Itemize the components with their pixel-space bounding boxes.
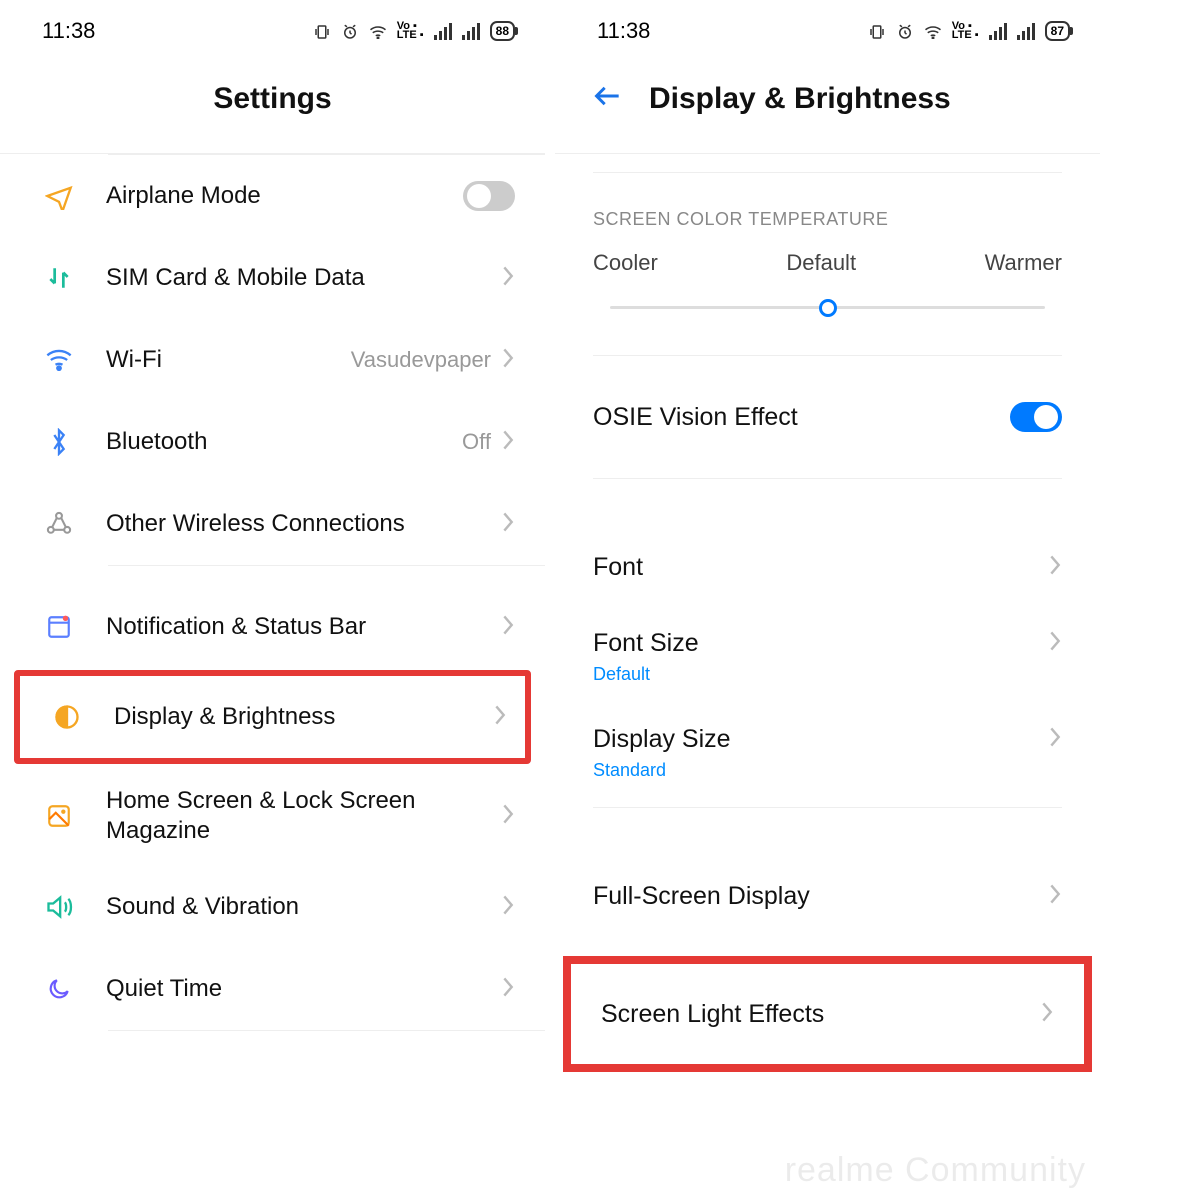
row-label: Other Wireless Connections — [76, 510, 501, 538]
chevron-right-icon — [1048, 883, 1062, 910]
row-wireless[interactable]: Other Wireless Connections — [0, 483, 545, 565]
status-time: 11:38 — [42, 18, 95, 44]
row-label: OSIE Vision Effect — [593, 403, 1010, 432]
connections-icon — [42, 510, 76, 538]
temp-warmer: Warmer — [985, 250, 1062, 276]
volte-icon: Vo ▪LTE ▪ — [397, 22, 424, 40]
row-value: Off — [462, 429, 491, 455]
chevron-right-icon — [1040, 1001, 1054, 1028]
airplane-toggle[interactable] — [463, 181, 515, 211]
chevron-right-icon — [501, 347, 515, 374]
temp-labels: Cooler Default Warmer — [555, 250, 1100, 276]
bluetooth-icon — [42, 428, 76, 456]
row-label: Display & Brightness — [84, 703, 493, 731]
signal-2-icon — [462, 23, 480, 40]
home-magazine-icon — [42, 803, 76, 829]
row-label: SIM Card & Mobile Data — [76, 264, 501, 292]
row-font-size[interactable]: Font Size Default — [555, 609, 1100, 705]
chevron-right-icon — [501, 429, 515, 456]
signal-1-icon — [434, 23, 452, 40]
row-label: Font — [593, 553, 1048, 582]
row-notification[interactable]: Notification & Status Bar — [0, 586, 545, 668]
row-sim[interactable]: SIM Card & Mobile Data — [0, 237, 545, 319]
status-bar: 11:38 Vo ▪LTE ▪ 88 — [0, 0, 545, 44]
battery-icon: 87 — [1045, 21, 1070, 41]
header: Settings — [0, 44, 545, 154]
row-display-brightness[interactable]: Display & Brightness — [20, 676, 525, 758]
chevron-right-icon — [1048, 554, 1062, 581]
row-home-lock[interactable]: Home Screen & Lock Screen Magazine — [0, 766, 545, 866]
row-label: Screen Light Effects — [601, 1000, 1040, 1029]
moon-icon — [42, 976, 76, 1002]
row-airplane-mode[interactable]: Airplane Mode — [0, 155, 545, 237]
alarm-icon — [896, 18, 914, 44]
page-title: Display & Brightness — [649, 82, 951, 116]
row-label: Home Screen & Lock Screen Magazine — [76, 786, 501, 846]
row-label: Notification & Status Bar — [76, 613, 501, 641]
signal-1-icon — [989, 23, 1007, 40]
battery-icon: 88 — [490, 21, 515, 41]
row-sub: Default — [593, 664, 650, 685]
row-value: Vasudevpaper — [351, 347, 491, 373]
highlight-display: Display & Brightness — [14, 670, 531, 764]
chevron-right-icon — [501, 511, 515, 538]
status-time: 11:38 — [597, 18, 650, 44]
highlight-light-effects: Screen Light Effects — [563, 956, 1092, 1072]
signal-2-icon — [1017, 23, 1035, 40]
vibrate-icon — [868, 18, 886, 44]
back-arrow-icon[interactable] — [593, 84, 621, 113]
row-fullscreen[interactable]: Full-Screen Display — [555, 854, 1100, 938]
chevron-right-icon — [501, 894, 515, 921]
row-label: Bluetooth — [76, 428, 462, 456]
row-quiet-time[interactable]: Quiet Time — [0, 948, 545, 1030]
row-label: Display Size — [593, 725, 1048, 754]
status-bar: 11:38 Vo ▪LTE ▪ 87 — [555, 0, 1100, 44]
chevron-right-icon — [501, 976, 515, 1003]
chevron-right-icon — [501, 265, 515, 292]
row-label: Font Size — [593, 629, 1048, 658]
page-title: Settings — [213, 82, 331, 116]
chevron-right-icon — [493, 704, 507, 731]
header: Display & Brightness — [555, 44, 1100, 154]
temp-cooler: Cooler — [593, 250, 658, 276]
sim-icon — [42, 265, 76, 291]
row-light-effects[interactable]: Screen Light Effects — [571, 964, 1084, 1064]
brightness-icon — [50, 703, 84, 731]
row-sub: Standard — [593, 760, 666, 781]
osie-toggle[interactable] — [1010, 402, 1062, 432]
row-label: Airplane Mode — [76, 182, 463, 210]
wifi-icon — [924, 18, 942, 44]
color-temp-slider[interactable] — [610, 306, 1045, 309]
chevron-right-icon — [501, 803, 515, 830]
row-display-size[interactable]: Display Size Standard — [555, 705, 1100, 801]
wifi-icon — [42, 349, 76, 371]
alarm-icon — [341, 18, 359, 44]
row-osie[interactable]: OSIE Vision Effect — [555, 362, 1100, 472]
row-wifi[interactable]: Wi-Fi Vasudevpaper — [0, 319, 545, 401]
row-sound[interactable]: Sound & Vibration — [0, 866, 545, 948]
temp-default: Default — [786, 250, 856, 276]
row-label: Quiet Time — [76, 975, 501, 1003]
watermark: realme Community — [785, 1151, 1086, 1190]
section-color-temp: SCREEN COLOR TEMPERATURE — [555, 179, 1100, 250]
row-label: Sound & Vibration — [76, 893, 501, 921]
sound-icon — [42, 893, 76, 921]
row-bluetooth[interactable]: Bluetooth Off — [0, 401, 545, 483]
wifi-icon — [369, 18, 387, 44]
vibrate-icon — [313, 18, 331, 44]
row-label: Full-Screen Display — [593, 882, 1048, 911]
notification-bar-icon — [42, 614, 76, 640]
volte-icon: Vo ▪LTE ▪ — [952, 22, 979, 40]
row-font[interactable]: Font — [555, 525, 1100, 609]
chevron-right-icon — [1048, 630, 1062, 657]
chevron-right-icon — [501, 614, 515, 641]
slider-thumb[interactable] — [819, 299, 837, 317]
airplane-icon — [42, 182, 76, 210]
row-label: Wi-Fi — [76, 346, 351, 374]
chevron-right-icon — [1048, 726, 1062, 753]
